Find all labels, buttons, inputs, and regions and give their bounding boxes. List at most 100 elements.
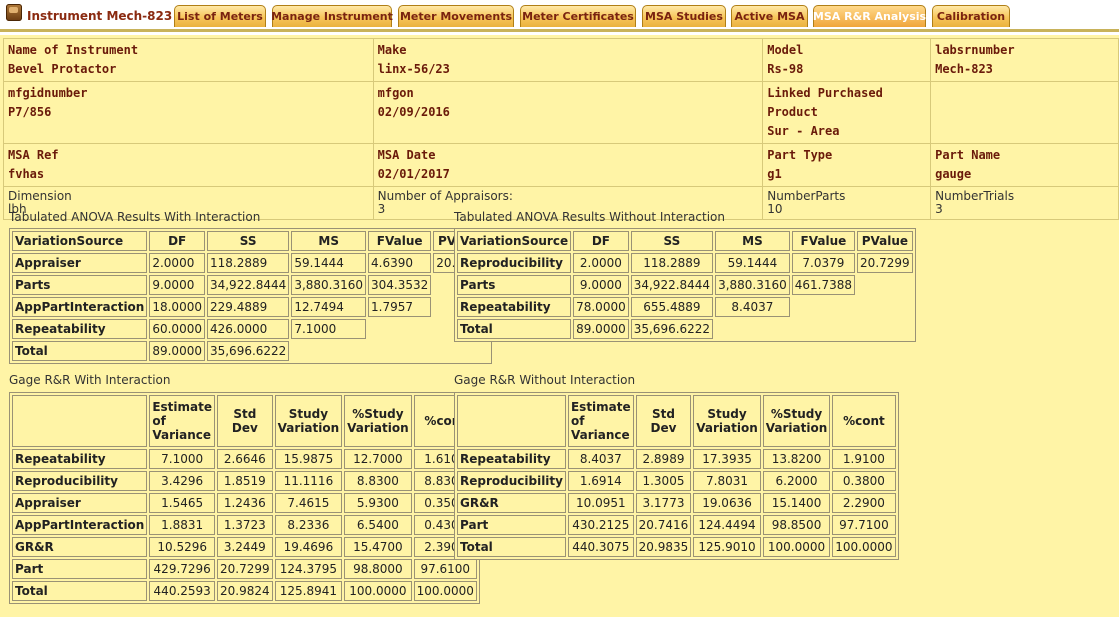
header-cell: VariationSource <box>457 231 572 251</box>
row-label: Repeatability <box>457 449 566 469</box>
estimate-cell: 7.1000 <box>149 449 216 469</box>
partname-value: gauge <box>935 167 972 181</box>
msaref-label: MSA Ref <box>8 148 59 162</box>
study-variation-cell: 19.4696 <box>274 537 343 557</box>
study-variation-cell: 15.9875 <box>274 449 343 469</box>
labsr-label: labsrnumber <box>935 43 1015 57</box>
row-label: Parts <box>12 275 148 295</box>
stddev-cell: 1.3005 <box>635 471 692 491</box>
main-panel: Name of Instrument Bevel Protactor Make li… <box>0 35 1119 617</box>
study-variation-cell: 17.3935 <box>693 449 761 469</box>
info-cell-msaref: MSA Ref fvhas <box>3 143 374 187</box>
empty-cell <box>715 319 790 339</box>
row-label: Repeatability <box>12 319 148 339</box>
anova-with-table: VariationSource DF SS MS FValue PValue A… <box>9 228 492 364</box>
tab-calibration[interactable]: Calibration <box>932 5 1010 27</box>
row-label: Part <box>12 559 148 579</box>
fvalue-cell: 4.6390 <box>368 253 432 273</box>
ms-cell: 59.1444 <box>291 253 367 273</box>
estimate-cell: 440.3075 <box>567 537 634 557</box>
ss-cell: 426.0000 <box>206 319 290 339</box>
ss-cell: 34,922.8444 <box>206 275 290 295</box>
ss-cell: 118.2889 <box>206 253 290 273</box>
pct-study-variation-cell: 6.2000 <box>762 471 831 491</box>
study-variation-cell: 125.9010 <box>693 537 761 557</box>
df-cell: 89.0000 <box>149 341 205 361</box>
header-cell: SS <box>206 231 290 251</box>
df-cell: 9.0000 <box>573 275 629 295</box>
header-cell: VariationSource <box>12 231 148 251</box>
stddev-cell: 20.7416 <box>635 515 692 535</box>
info-cell-numtrials: NumberTrials 3 <box>930 186 1119 220</box>
df-cell: 89.0000 <box>573 319 629 339</box>
name-value: Bevel Protactor <box>8 62 117 76</box>
pct-cont-cell: 97.6100 <box>413 559 477 579</box>
row-label: Reproducibility <box>12 471 148 491</box>
empty-cell <box>857 297 913 317</box>
appraisors-label: Number of Appraisors: <box>377 189 513 203</box>
table-row: Reproducibility 1.6914 1.3005 7.8031 6.2… <box>457 471 896 491</box>
table-row: Total 440.2593 20.9824 125.8941 100.0000… <box>12 581 477 601</box>
tab-msa-studies[interactable]: MSA Studies <box>642 5 726 27</box>
table-row: AppPartInteraction 18.0000 229.4889 12.7… <box>12 297 489 317</box>
grr-with-title: Gage R&R With Interaction <box>9 373 171 387</box>
tab-manage-instrument[interactable]: Manage Instrument <box>271 5 393 27</box>
header-cell: FValue <box>368 231 432 251</box>
estimate-cell: 1.8831 <box>149 515 216 535</box>
numtrials-label: NumberTrials <box>935 189 1015 203</box>
empty-cell <box>857 319 913 339</box>
empty-cell <box>792 319 855 339</box>
estimate-cell: 430.2125 <box>567 515 634 535</box>
row-label: Appraiser <box>12 493 148 513</box>
pct-study-variation-cell: 15.1400 <box>762 493 831 513</box>
top-tab-bar: Instrument Mech-823 List of Meters Manag… <box>0 0 1119 32</box>
row-label: Total <box>457 537 566 557</box>
pct-study-variation-cell: 98.8500 <box>762 515 831 535</box>
row-label: Parts <box>457 275 572 295</box>
row-label: AppPartInteraction <box>12 297 148 317</box>
pct-cont-cell: 0.3800 <box>832 471 896 491</box>
table-row: Repeatability 7.1000 2.6646 15.9875 12.7… <box>12 449 477 469</box>
row-label: GR&R <box>457 493 566 513</box>
tab-list-of-meters[interactable]: List of Meters <box>174 5 266 27</box>
header-cell: SS <box>630 231 714 251</box>
header-cell <box>457 395 566 447</box>
row-label: Reproducibility <box>457 253 572 273</box>
header-cell: MS <box>291 231 367 251</box>
mfgon-value: 02/09/2016 <box>377 105 450 119</box>
empty-cell <box>792 297 855 317</box>
header-cell: Study Variation <box>274 395 343 447</box>
table-row: Repeatability 60.0000 426.0000 7.1000 <box>12 319 489 339</box>
parttype-label: Part Type <box>767 148 833 162</box>
empty-cell <box>291 341 366 361</box>
header-cell: Estimate of Variance <box>149 395 216 447</box>
df-cell: 2.0000 <box>573 253 629 273</box>
estimate-cell: 8.4037 <box>567 449 634 469</box>
estimate-cell: 1.5465 <box>149 493 216 513</box>
study-variation-cell: 7.4615 <box>274 493 343 513</box>
fvalue-cell: 304.3532 <box>368 275 432 295</box>
header-cell: DF <box>149 231 205 251</box>
info-cell-mfgid: mfgidnumber P7/856 <box>3 81 374 144</box>
table-row: Repeatability 78.0000 655.4889 8.4037 <box>457 297 913 317</box>
info-cell-msadate: MSA Date 02/01/2017 <box>372 143 764 187</box>
tab-meter-movements[interactable]: Meter Movements <box>398 5 514 27</box>
tab-active-msa[interactable]: Active MSA <box>731 5 808 27</box>
grr-with-table: Estimate of Variance Std Dev Study Varia… <box>9 392 480 604</box>
ss-cell: 34,922.8444 <box>630 275 714 295</box>
table-row: Parts 9.0000 34,922.8444 3,880.3160 304.… <box>12 275 489 295</box>
study-variation-cell: 8.2336 <box>274 515 343 535</box>
pct-study-variation-cell: 5.9300 <box>344 493 412 513</box>
tab-msa-rr-analysis[interactable]: MSA R&R Analysis <box>813 5 926 27</box>
mfgid-value: P7/856 <box>8 105 52 119</box>
table-row: AppPartInteraction 1.8831 1.3723 8.2336 … <box>12 515 477 535</box>
ss-cell: 35,696.6222 <box>206 341 290 361</box>
pct-cont-cell: 2.2900 <box>832 493 896 513</box>
estimate-cell: 429.7296 <box>149 559 216 579</box>
table-row: Repeatability 8.4037 2.8989 17.3935 13.8… <box>457 449 896 469</box>
table-row: Parts 9.0000 34,922.8444 3,880.3160 461.… <box>457 275 913 295</box>
name-label: Name of Instrument <box>8 43 139 57</box>
stddev-cell: 1.3723 <box>217 515 273 535</box>
stddev-cell: 1.8519 <box>217 471 273 491</box>
tab-meter-certificates[interactable]: Meter Certificates <box>520 5 636 27</box>
